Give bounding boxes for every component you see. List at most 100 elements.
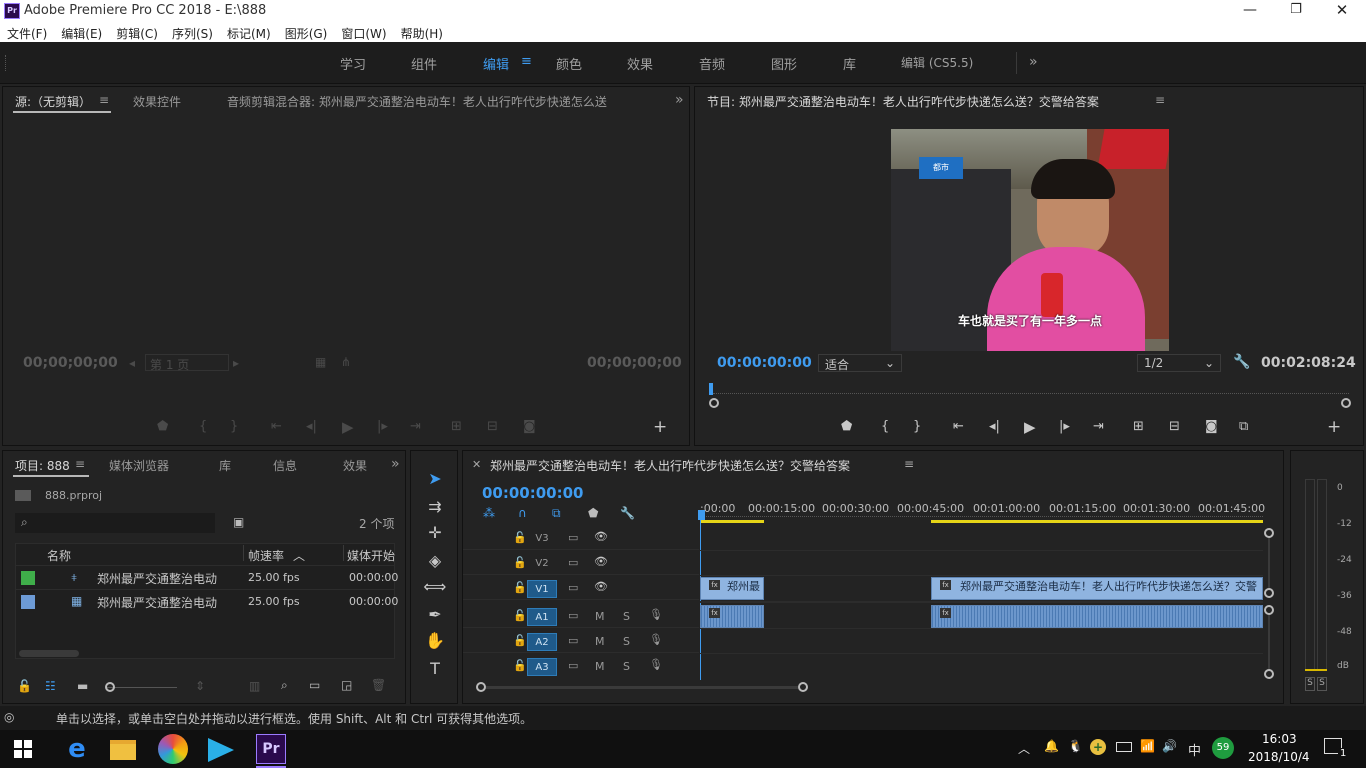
lock-icon[interactable]: 🔓 bbox=[513, 556, 527, 569]
play-icon[interactable]: ▶ bbox=[1024, 418, 1036, 436]
workspace-libraries[interactable]: 库 bbox=[843, 54, 856, 73]
minimize-button[interactable]: — bbox=[1238, 2, 1262, 20]
sequence-title[interactable]: 郑州最严交通整治电动车！老人出行咋代步快递怎么送？交警给答案 bbox=[490, 457, 850, 474]
mark-out-icon[interactable]: } bbox=[913, 419, 921, 434]
label-color-swatch[interactable] bbox=[21, 571, 35, 585]
workspace-editing-cs55[interactable]: 编辑 (CS5.5) bbox=[901, 54, 973, 71]
tab-source[interactable]: 源:（无剪辑） bbox=[15, 93, 91, 110]
battery-icon[interactable] bbox=[1116, 742, 1132, 752]
go-to-in-icon[interactable]: ⇤ bbox=[953, 419, 964, 434]
ripple-edit-tool-icon[interactable]: ✛ bbox=[423, 523, 447, 547]
track-label[interactable]: V2 bbox=[527, 555, 557, 573]
lock-icon[interactable]: 🔓 bbox=[513, 609, 527, 622]
track-label[interactable]: A3 bbox=[527, 658, 557, 676]
microphone-icon[interactable]: 🎙 bbox=[649, 633, 663, 646]
column-media-start[interactable]: 媒体开始 bbox=[347, 547, 395, 564]
program-title[interactable]: 节目: 郑州最严交通整治电动车！老人出行咋代步快递怎么送？交警给答案 bbox=[707, 93, 1099, 110]
zoom-slider-handle[interactable] bbox=[105, 682, 115, 692]
program-menu-icon[interactable]: ≡ bbox=[1155, 93, 1165, 107]
add-button-icon[interactable]: + bbox=[1327, 417, 1341, 437]
toggle-sync-icon[interactable]: ▭ bbox=[568, 659, 578, 672]
eye-icon[interactable]: 👁 bbox=[594, 555, 608, 568]
tab-libraries[interactable]: 库 bbox=[219, 457, 231, 474]
slip-tool-icon[interactable]: ⟺ bbox=[423, 577, 447, 601]
fit-select[interactable]: 适合 ⌄ bbox=[818, 354, 902, 372]
vertical-zoom-handle[interactable] bbox=[1264, 528, 1274, 538]
volume-icon[interactable]: 🔊 bbox=[1162, 739, 1177, 753]
workspace-learn[interactable]: 学习 bbox=[340, 54, 366, 73]
notification-bell-icon[interactable]: 🔔 bbox=[1044, 739, 1059, 753]
list-item[interactable]: ▦ 郑州最严交通整治电动 25.00 fps 00:00:00 bbox=[15, 589, 398, 613]
microphone-icon[interactable]: 🎙 bbox=[649, 608, 663, 621]
mark-in-icon[interactable]: { bbox=[881, 419, 889, 434]
photos-app-icon[interactable] bbox=[158, 734, 188, 764]
edge-browser-icon[interactable]: e bbox=[62, 734, 92, 764]
snap-icon[interactable]: ∩ bbox=[518, 506, 527, 520]
eye-icon[interactable]: 👁 bbox=[594, 580, 608, 593]
track-label[interactable]: A2 bbox=[527, 633, 557, 651]
solo-button[interactable]: S bbox=[623, 660, 630, 673]
tab-menu-icon[interactable]: ≡ bbox=[99, 93, 109, 107]
tab-effect-controls[interactable]: 效果控件 bbox=[133, 93, 181, 110]
menu-clip[interactable]: 剪辑(C) bbox=[109, 22, 165, 42]
track-header-v2[interactable]: 🔓 V2 ▭ 👁 bbox=[463, 551, 699, 575]
close-sequence-icon[interactable]: ✕ bbox=[472, 458, 481, 471]
label-color-swatch[interactable] bbox=[21, 595, 35, 609]
lock-icon[interactable]: 🔓 bbox=[513, 659, 527, 672]
audio-clip[interactable]: fx bbox=[700, 605, 764, 628]
workspace-overflow-icon[interactable]: » bbox=[1029, 54, 1038, 70]
icon-view-icon[interactable]: ▬ bbox=[77, 679, 88, 693]
security-app-badge[interactable]: 59 bbox=[1212, 737, 1234, 759]
timeline-settings-icon[interactable]: 🔧 bbox=[620, 506, 635, 520]
toggle-sync-icon[interactable]: ▭ bbox=[568, 581, 578, 594]
qq-icon[interactable]: 🐧 bbox=[1068, 739, 1083, 753]
zoom-handle-left[interactable] bbox=[709, 398, 719, 408]
track-header-a3[interactable]: 🔓 A3 ▭ M S 🎙 bbox=[463, 654, 699, 678]
solo-button[interactable]: S bbox=[623, 610, 630, 623]
timeline-playhead[interactable] bbox=[698, 510, 705, 520]
toggle-sync-icon[interactable]: ▭ bbox=[568, 531, 578, 544]
tab-project[interactable]: 项目: 888 bbox=[15, 457, 70, 474]
add-app-icon[interactable]: + bbox=[1090, 739, 1106, 755]
column-name[interactable]: 名称 bbox=[47, 547, 71, 564]
page-select[interactable]: 第 1 页 bbox=[145, 354, 229, 372]
clock-date[interactable]: 2018/10/4 bbox=[1248, 750, 1310, 764]
find-icon[interactable]: ⌕ bbox=[281, 678, 288, 693]
lock-icon[interactable]: 🔓 bbox=[513, 634, 527, 647]
new-search-bin-icon[interactable]: ▣ bbox=[233, 515, 244, 529]
horizontal-scrollbar[interactable] bbox=[486, 686, 798, 689]
export-frame-icon[interactable]: ◙ bbox=[1205, 419, 1218, 434]
comparison-view-icon[interactable]: ⧉ bbox=[1239, 419, 1248, 434]
timeline-timecode[interactable]: 00:00:00:00 bbox=[482, 484, 584, 502]
microphone-icon[interactable]: 🎙 bbox=[649, 658, 663, 671]
video-clip[interactable]: fx 郑州最严交通整治电动车！老人出行咋代步快递怎么送？交警 bbox=[931, 577, 1263, 600]
track-header-a1[interactable]: 🔓 A1 ▭ M S 🎙 bbox=[463, 604, 699, 628]
input-language-indicator[interactable]: 中 bbox=[1188, 740, 1201, 759]
track-label[interactable]: A1 bbox=[527, 608, 557, 626]
workspace-audio[interactable]: 音频 bbox=[699, 54, 725, 73]
step-back-icon[interactable]: ◂| bbox=[989, 419, 1000, 434]
zoom-handle-right[interactable] bbox=[1341, 398, 1351, 408]
list-item[interactable]: ⧧ 郑州最严交通整治电动 25.00 fps 00:00:00 bbox=[15, 565, 398, 589]
add-button-icon[interactable]: + bbox=[653, 417, 667, 437]
extract-icon[interactable]: ⊟ bbox=[1169, 419, 1180, 434]
solo-button[interactable]: S bbox=[623, 635, 630, 648]
panel-overflow-icon[interactable]: » bbox=[675, 92, 684, 108]
track-label[interactable]: V1 bbox=[527, 580, 557, 598]
vertical-zoom-handle[interactable] bbox=[1264, 669, 1274, 679]
lock-icon[interactable]: 🔓 bbox=[513, 531, 527, 544]
tab-effects[interactable]: 效果 bbox=[343, 457, 367, 474]
windows-start-icon[interactable] bbox=[14, 740, 32, 758]
tab-info[interactable]: 信息 bbox=[273, 457, 297, 474]
toggle-sync-icon[interactable]: ▭ bbox=[568, 609, 578, 622]
pen-tool-icon[interactable]: ✒ bbox=[423, 605, 447, 629]
automate-icon[interactable]: ▥ bbox=[249, 679, 260, 693]
delete-icon[interactable]: 🗑 bbox=[371, 678, 386, 692]
mute-button[interactable]: M bbox=[595, 610, 605, 623]
track-label[interactable]: V3 bbox=[527, 530, 557, 548]
column-frame-rate[interactable]: 帧速率 bbox=[248, 547, 284, 564]
menu-sequence[interactable]: 序列(S) bbox=[165, 22, 220, 42]
project-search-input[interactable]: ⌕ bbox=[15, 513, 215, 533]
restore-button[interactable]: ❐ bbox=[1284, 2, 1308, 20]
clock-time[interactable]: 16:03 bbox=[1262, 732, 1297, 746]
